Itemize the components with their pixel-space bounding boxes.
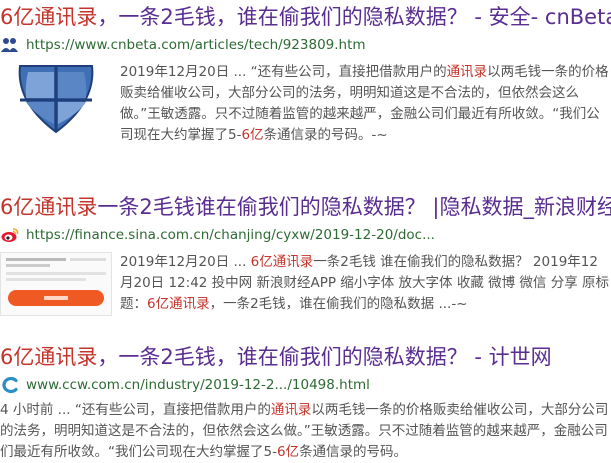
title-highlight: 6亿通讯录 <box>0 345 98 369</box>
search-result: 6亿通讯录，一条2毛钱，谁在偷我们的隐私数据？ - 计世网 www.ccw.co… <box>0 344 611 463</box>
snippet-highlight: 6亿通讯录 <box>250 254 314 270</box>
result-url[interactable]: www.ccw.com.cn/industry/2019-12-2.../104… <box>26 377 370 393</box>
result-title-link[interactable]: 6亿通讯录一条2毛钱谁在偷我们的隐私数据？ |隐私数据_新浪财经_... <box>0 194 611 220</box>
title-text: ，一条2毛钱，谁在偷我们的隐私数据？ - 安全- cnBeta.C... <box>97 5 611 29</box>
result-thumbnail[interactable] <box>0 62 112 146</box>
search-result: 6亿通讯录，一条2毛钱，谁在偷我们的隐私数据？ - 安全- cnBeta.C..… <box>0 4 611 146</box>
snippet-text: 2019年12月20日 ... “还有些公司，直接把借款用户的 <box>120 64 447 80</box>
sina-weibo-icon <box>0 225 20 245</box>
snippet-text: 2019年12月20日 ... <box>120 254 251 270</box>
result-title-link[interactable]: 6亿通讯录，一条2毛钱，谁在偷我们的隐私数据？ - 安全- cnBeta.C..… <box>0 4 611 30</box>
result-url[interactable]: https://finance.sina.com.cn/chanjing/cyx… <box>26 227 435 243</box>
title-highlight: 6亿通讯录 <box>0 195 98 219</box>
snippet-text: 4 小时前 ... “还有些公司，直接把借款用户的 <box>0 402 271 418</box>
result-title-link[interactable]: 6亿通讯录，一条2毛钱，谁在偷我们的隐私数据？ - 计世网 <box>0 344 611 370</box>
snippet-highlight: 通讯录 <box>270 402 312 418</box>
snippet-text: 条通信录的号码。 <box>299 444 408 460</box>
result-snippet: 2019年12月20日 ... 6亿通讯录一条2毛钱 谁在偷我们的隐私数据？ 2… <box>120 252 611 320</box>
result-snippet: 2019年12月20日 ... “还有些公司，直接把借款用户的通讯录以两毛钱一条… <box>120 62 611 146</box>
cnbeta-people-icon <box>0 35 20 55</box>
snippet-highlight: 6亿 <box>241 127 264 143</box>
title-text: ，一条2毛钱，谁在偷我们的隐私数据？ - 计世网 <box>97 345 552 369</box>
snippet-highlight: 6亿 <box>276 444 300 460</box>
result-url[interactable]: https://www.cnbeta.com/articles/tech/923… <box>26 37 366 53</box>
snippet-highlight: 通讯录 <box>446 64 488 80</box>
snippet-highlight: 6亿通讯录 <box>147 296 210 312</box>
title-highlight: 6亿通讯录 <box>0 5 98 29</box>
snippet-text: ，一条2毛钱，谁在偷我们的隐私数据 ...-~ <box>209 296 468 312</box>
search-result: 6亿通讯录一条2毛钱谁在偷我们的隐私数据？ |隐私数据_新浪财经_... htt… <box>0 194 611 320</box>
title-text: 一条2毛钱谁在偷我们的隐私数据？ |隐私数据_新浪财经_... <box>97 195 611 219</box>
ccw-c-icon <box>0 375 20 395</box>
result-thumbnail[interactable] <box>0 252 112 320</box>
snippet-text: 条通信录的号码。-~ <box>263 127 388 143</box>
result-snippet: 4 小时前 ... “还有些公司，直接把借款用户的通讯录以两毛钱一条的价格贩卖给… <box>0 400 611 463</box>
